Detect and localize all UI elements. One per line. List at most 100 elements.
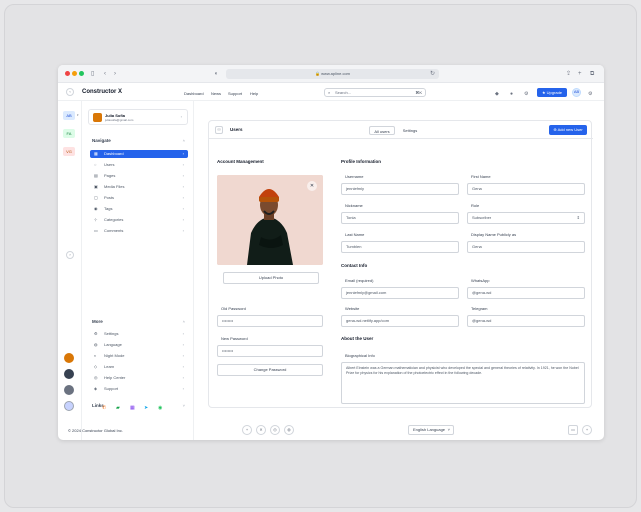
sidebar-item-users[interactable]: ◌ Users › (90, 161, 188, 169)
avatar[interactable] (64, 369, 74, 379)
new-tab-icon[interactable]: + (578, 69, 582, 79)
chevron-right-icon: › (182, 151, 184, 156)
sidebar-item-support[interactable]: ◈ Support › (90, 385, 188, 393)
sidebar-item-pages[interactable]: ▤ Pages › (90, 172, 188, 180)
whatsapp-icon[interactable]: ◉ (158, 405, 162, 411)
website-input[interactable]: gena-wd.netlify.app/com (341, 315, 459, 327)
night-mode-icon: ◐ (94, 353, 97, 358)
close-dot[interactable] (65, 71, 70, 76)
sidebar-item-label: Help Center (104, 375, 126, 380)
chevron-up-icon[interactable]: ˄ (183, 319, 185, 324)
profile-card[interactable]: Julia Sofia juliasofia@gmail.com › (88, 109, 188, 125)
nickname-input[interactable]: Tonia (341, 212, 459, 224)
rail-add-icon[interactable]: › (66, 251, 74, 259)
instagram-icon[interactable]: ◎ (270, 425, 280, 435)
display-name-input[interactable]: Gena (467, 241, 585, 253)
firstname-input[interactable]: Gena (467, 183, 585, 195)
tab-settings[interactable]: Settings (399, 126, 421, 135)
avatar[interactable] (64, 385, 74, 395)
telegram-icon[interactable]: ➤ (144, 405, 148, 411)
upload-photo-button[interactable]: Upload Photo (223, 272, 319, 284)
lastname-input[interactable]: Tumblen (341, 241, 459, 253)
whatsapp-input[interactable]: @gena-wd (467, 287, 585, 299)
upgrade-button[interactable]: ★ Upgrade (537, 88, 567, 97)
minimize-dot[interactable] (72, 71, 77, 76)
nav-help[interactable]: Help (250, 91, 258, 96)
add-icon[interactable]: + (582, 425, 592, 435)
workspace-vg[interactable]: VG (63, 147, 75, 156)
role-select[interactable]: Subscriber ⇕ (467, 212, 585, 224)
gear-icon[interactable]: ⚙ (524, 91, 528, 97)
role-value: Subscriber (472, 215, 492, 220)
sidebar-item-label: Language (104, 342, 122, 347)
sidebar-item-dashboard[interactable]: ▦ Dashboard › (90, 150, 188, 158)
user-avatar[interactable]: AB (572, 88, 581, 97)
sidebar-item-settings[interactable]: ⚙ Settings › (90, 330, 188, 338)
reload-icon[interactable]: ↻ (430, 69, 435, 79)
sidebar-item-language[interactable]: ◍ Language › (90, 341, 188, 349)
email-label: Email (required) (345, 278, 374, 283)
search-input[interactable]: ⌕ Search... ⌘K (324, 88, 426, 97)
nickname-label: Nickname (345, 203, 363, 208)
browser-window: ▯ ‹ › ◖ 🔒 www.apline.com ↻ ⇪ + ⧉ ‹ Const… (58, 65, 604, 440)
sidebar-item-label: Posts (104, 195, 115, 200)
sidebar-item-media-files[interactable]: ▣ Media Files › (90, 183, 188, 191)
language-select[interactable]: English Language ˅ (408, 425, 454, 435)
chat-icon[interactable]: ● (510, 91, 513, 97)
remove-photo-icon[interactable]: ✕ (307, 181, 317, 191)
avatar[interactable] (64, 401, 74, 411)
sidebar-item-learn[interactable]: ◇ Learn › (90, 363, 188, 371)
app-header: ‹ Constructor X Dashboard News Support H… (58, 83, 604, 101)
social-links: ✆ ▰ ▦ ➤ ◉ (82, 65, 194, 411)
user-photo: ✕ (217, 175, 323, 265)
avatar[interactable] (64, 353, 74, 363)
settings-icon: ⚙ (94, 331, 98, 336)
chevron-up-icon[interactable]: ˄ (183, 138, 185, 143)
message-icon[interactable]: ▰ (116, 405, 120, 411)
chat-icon[interactable]: ▭ (568, 425, 578, 435)
add-user-button[interactable]: ⊕ Add new User (549, 125, 587, 135)
users-icon: ⚇ (215, 126, 223, 134)
sidebar-item-help-center[interactable]: ◎ Help Center › (90, 374, 188, 382)
bio-textarea[interactable]: Albert Einstein was a German mathematici… (341, 362, 585, 404)
workspace-fa[interactable]: FA (63, 129, 75, 138)
old-password-input[interactable]: •••••••• (217, 315, 323, 327)
new-password-input[interactable]: •••••••• (217, 345, 323, 357)
share-icon[interactable]: ⇪ (566, 69, 571, 79)
sidebar-item-night-mode[interactable]: ◐ Night Mode › (90, 352, 188, 360)
tab-all-users[interactable]: All users (369, 126, 395, 135)
phone-icon[interactable]: ✆ (102, 405, 106, 411)
profile-info-title: Profile Information (341, 159, 382, 164)
sidebar-item-label: Comments (104, 228, 124, 233)
username-input[interactable]: jenniefmly (341, 183, 459, 195)
shield-icon: ◖ (214, 71, 218, 77)
settings-icon[interactable]: ⚙ (588, 91, 592, 97)
nav-news[interactable]: News (211, 91, 221, 96)
chevron-updown-icon: ⇕ (576, 215, 580, 220)
sidebar-item-comments[interactable]: ▭ Comments › (90, 227, 188, 235)
sidebar-item-posts[interactable]: ▢ Posts › (90, 194, 188, 202)
telegram-input[interactable]: @gena-wd (467, 315, 585, 327)
plus-icon[interactable]: + (242, 425, 252, 435)
chevron-down-icon[interactable]: ˅ (183, 403, 185, 408)
chevron-down-icon: ˅ (447, 427, 450, 432)
sidebar-item-categories[interactable]: ⊹ Categories › (90, 216, 188, 224)
nav-dashboard[interactable]: Dashboard (184, 91, 204, 96)
nav-support[interactable]: Support (228, 91, 242, 96)
bell-icon[interactable]: ◆ (495, 91, 499, 97)
chevron-right-icon: › (182, 353, 184, 358)
app-footer: © 2024 Constructor Global Inc. + ✕ ◎ ◍ E… (58, 422, 604, 440)
globe-icon[interactable]: ◍ (284, 425, 294, 435)
email-field[interactable]: jenniefmly@gmail.com (341, 287, 459, 299)
grid-icon[interactable]: ▦ (130, 405, 135, 411)
users-icon: ◌ (94, 162, 97, 167)
workspace-ab[interactable]: AB (63, 111, 75, 120)
website-label: Website (345, 306, 360, 311)
address-bar[interactable]: 🔒 www.apline.com (226, 69, 439, 79)
tabs-icon[interactable]: ⧉ (590, 69, 594, 79)
sidebar-item-tags[interactable]: ◉ Tags › (90, 205, 188, 213)
x-icon[interactable]: ✕ (256, 425, 266, 435)
change-password-button[interactable]: Change Password (217, 364, 323, 376)
display-name-label: Display Name Publicly as (471, 232, 517, 237)
collapse-button[interactable]: ‹ (66, 88, 74, 96)
